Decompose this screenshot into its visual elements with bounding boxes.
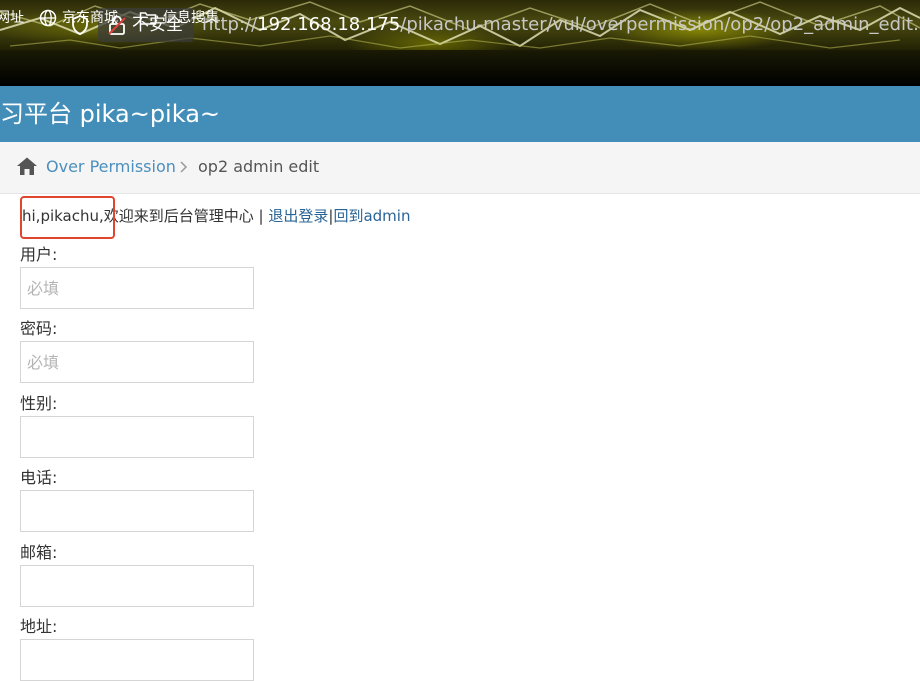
chevron-right-icon xyxy=(180,161,188,173)
bookmarks-bar xyxy=(0,50,920,86)
username-label: 用户: xyxy=(20,245,58,264)
navbar: 习平台 pika~pika~ xyxy=(0,86,920,142)
phone-label: 电话: xyxy=(20,468,58,487)
url-path: /pikachu-master/vul/overpermission/op2/o… xyxy=(400,14,920,35)
annotation-highlight-box xyxy=(20,196,115,239)
gender-label: 性别: xyxy=(20,394,58,413)
home-icon[interactable] xyxy=(16,156,38,176)
address-input[interactable] xyxy=(20,639,254,681)
breadcrumb-current: op2 admin edit xyxy=(198,157,320,176)
breadcrumb-link-over-permission[interactable]: Over Permission xyxy=(46,156,176,178)
address-bar[interactable]: http://192.168.18.175/pikachu-master/vul… xyxy=(202,13,920,37)
address-label: 地址: xyxy=(20,617,58,636)
bookmark-item-1[interactable]: 网址 xyxy=(0,8,24,28)
folder-icon xyxy=(139,12,157,25)
bookmark-item-3[interactable]: 信息搜集 xyxy=(163,8,219,28)
bookmark-item-2[interactable]: 京东商城 xyxy=(62,8,118,28)
globe-icon xyxy=(39,9,57,27)
password-label: 密码: xyxy=(20,319,58,338)
logout-link[interactable]: 退出登录 xyxy=(268,207,328,225)
email-label: 邮箱: xyxy=(20,543,58,562)
password-input[interactable] xyxy=(20,341,254,383)
email-input[interactable] xyxy=(20,565,254,607)
welcome-separator: | xyxy=(253,207,269,225)
site-title[interactable]: 习平台 pika~pika~ xyxy=(0,98,220,130)
phone-input[interactable] xyxy=(20,490,254,532)
back-to-admin-link[interactable]: 回到admin xyxy=(333,207,410,225)
url-host: 192.168.18.175 xyxy=(257,14,401,35)
username-input[interactable] xyxy=(20,267,254,309)
gender-input[interactable] xyxy=(20,416,254,458)
